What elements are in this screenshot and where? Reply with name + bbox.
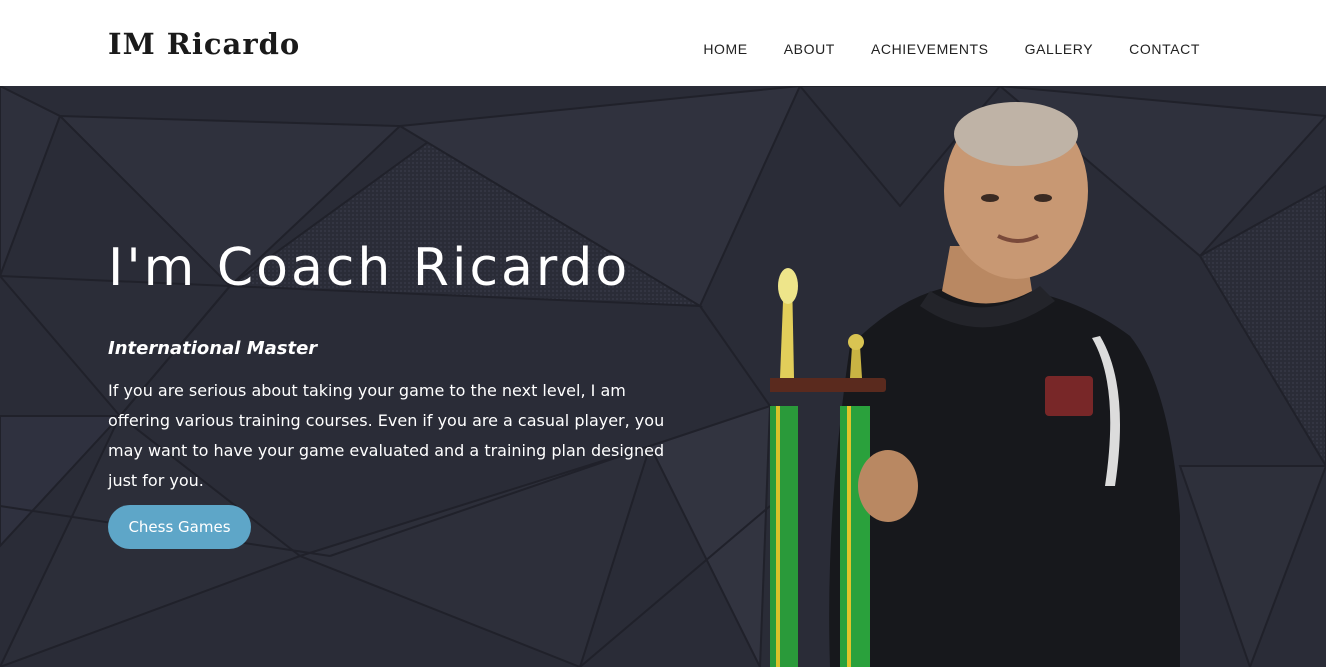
nav-achievements[interactable]: ACHIEVEMENTS [871,42,989,56]
nav-gallery[interactable]: GALLERY [1025,42,1094,56]
nav-home[interactable]: HOME [703,42,747,56]
main-nav: HOME ABOUT ACHIEVEMENTS GALLERY CONTACT [703,42,1200,56]
hero-subtitle: International Master [108,338,318,359]
site-logo[interactable]: IM Ricardo [108,30,300,59]
hero-description: If you are serious about taking your gam… [108,381,665,490]
coach-portrait-image [770,102,1180,667]
chess-games-button[interactable]: Chess Games [108,505,251,549]
hero-section: I'm Coach Ricardo International Master I… [0,86,1326,667]
site-header: IM Ricardo HOME ABOUT ACHIEVEMENTS GALLE… [0,0,1326,86]
nav-about[interactable]: ABOUT [784,42,835,56]
hero-headline: I'm Coach Ricardo [108,238,631,298]
nav-contact[interactable]: CONTACT [1129,42,1200,56]
